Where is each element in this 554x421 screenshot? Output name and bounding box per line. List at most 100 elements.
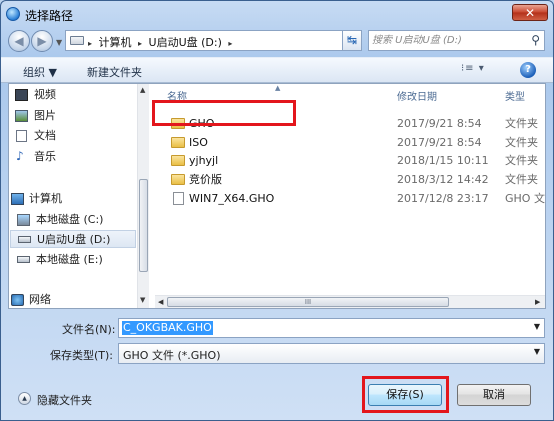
file-icon: [173, 192, 184, 205]
nav-item-label: 本地磁盘 (C:): [36, 213, 104, 226]
documents-library-icon: [16, 130, 27, 142]
file-date: 2017/9/21 8:54: [397, 136, 482, 149]
pictures-library-icon: [15, 110, 28, 122]
breadcrumb-usb-drive[interactable]: U启动U盘 (D:): [149, 36, 222, 49]
breadcrumb-computer[interactable]: 计算机: [99, 36, 132, 49]
navigation-scrollbar[interactable]: ▲ ▼: [137, 84, 149, 308]
scroll-down-arrow-icon[interactable]: ▼: [140, 296, 145, 304]
list-item[interactable]: WIN7_X64.GHO 2017/12/8 23:17 GHO 文件: [155, 190, 545, 208]
breadcrumb-separator[interactable]: ▸: [88, 39, 92, 48]
system-drive-icon: [17, 214, 30, 226]
forward-button[interactable]: ▶: [31, 30, 53, 52]
file-date: 2018/3/12 14:42: [397, 173, 489, 186]
chevron-down-icon[interactable]: ▼: [534, 322, 540, 331]
column-header-modified[interactable]: 修改日期: [397, 88, 437, 103]
nav-item-label: U启动U盘 (D:): [37, 233, 111, 246]
nav-item-network[interactable]: 网络: [9, 291, 145, 308]
nav-item-label: 本地磁盘 (E:): [36, 253, 103, 266]
search-box[interactable]: ⚲: [368, 30, 545, 51]
filetype-select[interactable]: GHO 文件 (*.GHO) ▼: [118, 343, 545, 364]
file-date: 2017/9/21 8:54: [397, 117, 482, 130]
file-name: ISO: [189, 136, 208, 149]
breadcrumb-separator[interactable]: ▸: [228, 39, 232, 48]
new-folder-button[interactable]: 新建文件夹: [87, 64, 142, 80]
command-toolbar: 组织 ▼ 新建文件夹 ⁝≡ ▾ ?: [1, 57, 553, 83]
nav-item-documents[interactable]: 文档: [9, 127, 145, 145]
window-title: 选择路径: [25, 9, 74, 23]
chevron-down-icon[interactable]: ▼: [534, 347, 540, 356]
nav-item-videos[interactable]: 视频: [9, 86, 145, 104]
filename-label: 文件名(N):: [62, 323, 116, 336]
file-type: GHO 文件: [505, 192, 545, 205]
navigation-bar: ◀ ▶ ▼ ▸ 计算机 ▸ U启动U盘 (D:) ▸ ▼ ↹ ⚲: [1, 27, 553, 57]
breadcrumb-separator[interactable]: ▸: [138, 39, 142, 48]
video-library-icon: [15, 89, 28, 101]
folder-icon: [171, 137, 185, 148]
list-item[interactable]: 竞价版 2018/3/12 14:42 文件夹: [155, 171, 545, 189]
nav-item-label: 图片: [34, 109, 56, 122]
refresh-button[interactable]: ↹: [342, 30, 362, 51]
save-dialog-window: 选择路径 ✕ ◀ ▶ ▼ ▸ 计算机 ▸ U启动U盘 (D:) ▸ ▼ ↹ ⚲ …: [0, 0, 554, 421]
cancel-button[interactable]: 取消: [457, 384, 531, 406]
usb-drive-icon: [18, 236, 31, 243]
local-drive-icon: [17, 256, 30, 263]
nav-item-drive-d[interactable]: U启动U盘 (D:): [10, 230, 136, 248]
sort-ascending-icon: ▲: [275, 84, 281, 92]
horizontal-scrollbar[interactable]: ◀ III ▶: [155, 295, 545, 308]
back-arrow-icon: ◀: [14, 34, 24, 48]
file-name: yjhyjl: [189, 154, 219, 167]
nav-item-computer[interactable]: 计算机: [9, 190, 145, 208]
address-bar[interactable]: ▸ 计算机 ▸ U启动U盘 (D:) ▸ ▼: [65, 30, 362, 51]
change-view-button[interactable]: ⁝≡ ▾: [461, 63, 485, 74]
scroll-thumb[interactable]: III: [167, 297, 449, 307]
search-icon[interactable]: ⚲: [531, 33, 540, 47]
back-button[interactable]: ◀: [8, 30, 30, 52]
computer-drive-icon: [70, 36, 84, 45]
nav-item-label: 音乐: [34, 150, 56, 163]
computer-icon: [11, 193, 24, 205]
scroll-up-arrow-icon[interactable]: ▲: [140, 86, 145, 94]
file-type: 文件夹: [505, 136, 538, 149]
recent-locations-dropdown-icon[interactable]: ▼: [56, 38, 62, 47]
help-icon[interactable]: ?: [520, 62, 536, 78]
nav-item-label: 计算机: [29, 192, 62, 205]
file-name: 竞价版: [189, 173, 222, 186]
nav-item-label: 网络: [29, 293, 51, 306]
organize-menu-button[interactable]: 组织 ▼: [23, 64, 57, 80]
nav-item-drive-e[interactable]: 本地磁盘 (E:): [9, 251, 145, 269]
forward-arrow-icon: ▶: [37, 34, 47, 48]
network-icon: [11, 294, 24, 306]
nav-item-drive-c[interactable]: 本地磁盘 (C:): [9, 211, 145, 229]
breadcrumb: ▸ 计算机 ▸ U启动U盘 (D:) ▸: [88, 34, 235, 50]
file-type: 文件夹: [505, 173, 538, 186]
filetype-label: 保存类型(T):: [50, 349, 114, 362]
column-header-type[interactable]: 类型: [505, 88, 525, 103]
list-item[interactable]: yjhyjl 2018/1/15 10:11 文件夹: [155, 152, 545, 170]
close-button[interactable]: ✕: [512, 4, 548, 21]
scroll-right-arrow-icon[interactable]: ▶: [535, 296, 540, 308]
file-type: 文件夹: [505, 117, 538, 130]
scroll-left-arrow-icon[interactable]: ◀: [158, 296, 163, 308]
music-library-icon: ♪: [16, 149, 24, 163]
navigation-pane: 视频 图片 文档 ♪ 音乐 计算机 本地磁盘 (C:) U启动U盘 (D:) 本…: [9, 84, 155, 308]
hide-folders-toggle[interactable]: ▲ 隐藏文件夹: [18, 391, 108, 407]
title-bar[interactable]: 选择路径 ✕: [1, 1, 553, 27]
file-type: 文件夹: [505, 154, 538, 167]
filename-field[interactable]: C_OKGBAK.GHO ▼: [118, 318, 545, 338]
collapse-icon: ▲: [18, 392, 31, 405]
scroll-thumb[interactable]: [139, 179, 148, 272]
filetype-value: GHO 文件 (*.GHO): [123, 349, 221, 362]
search-input[interactable]: [372, 32, 520, 49]
file-name: WIN7_X64.GHO: [189, 192, 275, 205]
nav-item-label: 视频: [34, 88, 56, 101]
list-item[interactable]: ISO 2017/9/21 8:54 文件夹: [155, 134, 545, 152]
file-date: 2018/1/15 10:11: [397, 154, 489, 167]
highlight-box-save: [362, 376, 449, 413]
folder-icon: [171, 174, 185, 185]
nav-item-music[interactable]: ♪ 音乐: [9, 148, 145, 166]
filename-value[interactable]: C_OKGBAK.GHO: [122, 321, 213, 335]
file-date: 2017/12/8 23:17: [397, 192, 489, 205]
folder-icon: [171, 155, 185, 166]
nav-item-pictures[interactable]: 图片: [9, 107, 145, 125]
refresh-icon: ↹: [346, 33, 358, 47]
